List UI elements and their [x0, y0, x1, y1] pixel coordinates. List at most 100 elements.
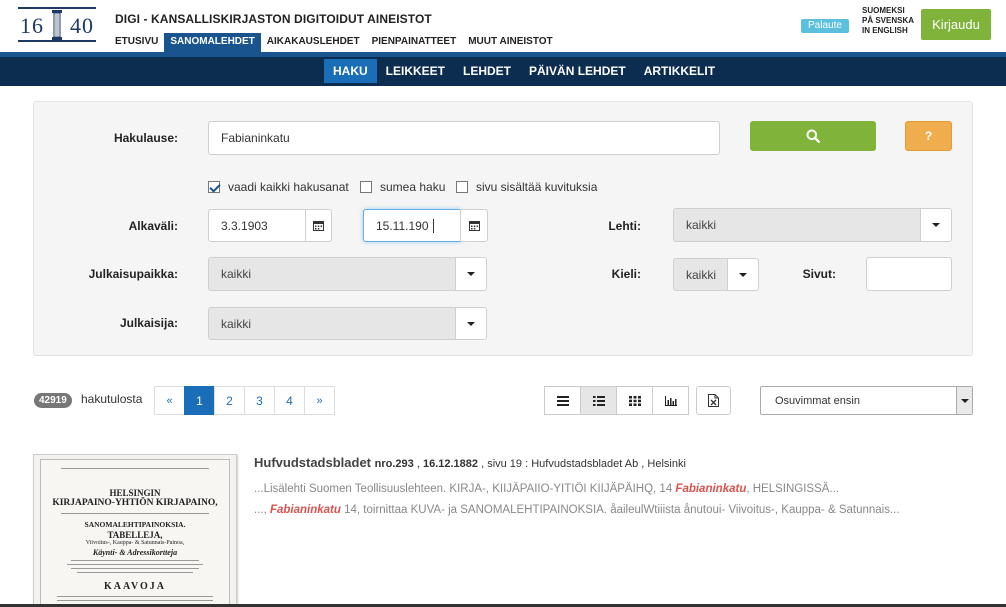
checkbox-illustrations[interactable]: sivu sisältää kuvituksia [456, 180, 597, 194]
export-button[interactable] [696, 386, 731, 415]
site-logo[interactable]: 16 40 [18, 7, 96, 42]
subnav-item-haku[interactable]: HAKU [324, 59, 377, 83]
date-end-value: 15.11.190 [376, 218, 429, 233]
subnav-item-lehdet[interactable]: LEHDET [454, 59, 520, 83]
result-title-link[interactable]: Hufvudstadsbladet [254, 455, 371, 470]
date-range-label: Alkaväli: [128, 219, 178, 233]
nav-item-pienpainatteet[interactable]: PIENPAINATTEET [366, 33, 463, 52]
language-select-toggle[interactable] [727, 258, 759, 291]
query-input[interactable]: Fabianinkatu [208, 121, 720, 155]
main-nav: ETUSIVU SANOMALEHDET AIKAKAUSLEHDET PIEN… [109, 33, 559, 52]
pager-first[interactable]: « [154, 386, 185, 415]
help-button[interactable]: ? [905, 121, 952, 151]
result-count-label: hakutulosta [81, 392, 143, 406]
column-icon [52, 10, 62, 40]
place-select-toggle[interactable] [455, 257, 487, 291]
lang-sv[interactable]: PÅ SVENSKA [862, 16, 914, 26]
chevron-down-icon [739, 272, 747, 277]
query-label: Hakulause: [113, 131, 178, 145]
result-snippet: ..., Fabianinkatu 14, toirnittaa KUVA- j… [254, 504, 900, 516]
snippet-text: ..., [254, 504, 270, 516]
search-button[interactable] [750, 121, 876, 151]
thumbnail-line: KAAVOJA [104, 581, 166, 592]
pager-page-1[interactable]: 1 [184, 386, 215, 415]
subnav-item-artikkelit[interactable]: ARTIKKELIT [635, 59, 724, 83]
snippet-highlight: Fabianinkatu [269, 504, 341, 516]
sort-select[interactable]: Osuvimmat ensin [760, 386, 973, 415]
thumbnail-rule [57, 600, 213, 601]
view-chart-button[interactable] [652, 386, 689, 415]
text-cursor-icon [432, 218, 434, 233]
snippet-text: 14, toirnittaa KUVA- ja SANOMALEHTIPAINO… [340, 504, 900, 516]
excel-export-icon [708, 394, 719, 407]
checkbox-illustrations-box[interactable] [456, 181, 468, 193]
search-panel: Hakulause: Fabianinkatu ? vaadi kaikki h… [33, 101, 973, 356]
snippet-text: , HELSINGISSÄ... [746, 483, 840, 495]
checkbox-all-words-label: vaadi kaikki hakusanat [228, 180, 349, 194]
sub-nav: HAKU LEIKKEET LEHDET PÄIVÄN LEHDET ARTIK… [0, 52, 1006, 86]
publisher-label: Julkaisija: [119, 316, 178, 330]
pager-page-2[interactable]: 2 [214, 386, 245, 415]
publisher-select[interactable]: kaikki [208, 307, 456, 340]
lang-fi[interactable]: SUOMEKSI [862, 6, 914, 16]
pages-label: Sivut: [802, 267, 836, 281]
date-end-input[interactable]: 15.11.190 [363, 209, 461, 242]
pager-next[interactable]: » [304, 386, 335, 415]
nav-item-sanomalehdet[interactable]: SANOMALEHDET [164, 33, 261, 52]
subnav-item-paivan-lehdet[interactable]: PÄIVÄN LEHDET [520, 59, 635, 83]
publisher-select-toggle[interactable] [455, 307, 487, 340]
pagination: « 1 2 3 4 » [154, 386, 335, 415]
paper-select[interactable]: kaikki [673, 208, 921, 242]
result-thumbnail[interactable]: HELSINGIN KIRJAPAINO-YHTIÖN KIRJAPAINO, … [33, 454, 237, 607]
checkbox-all-words[interactable]: vaadi kaikki hakusanat [208, 180, 349, 194]
result-date: 16.12.1882 [422, 458, 479, 470]
thumbnail-rule [71, 568, 199, 569]
paper-select-toggle[interactable] [920, 208, 952, 242]
paper-label: Lehti: [608, 219, 641, 233]
result-count-badge: 42919 [34, 393, 72, 408]
thumbnail-rule [61, 513, 209, 514]
checkbox-fuzzy[interactable]: sumea haku [360, 180, 445, 194]
pager-page-4[interactable]: 4 [274, 386, 305, 415]
thumbnail-line: Käynti- & Adressikortteja [92, 548, 178, 557]
lang-en[interactable]: IN ENGLISH [862, 26, 914, 36]
view-list-button[interactable] [544, 386, 581, 415]
checkbox-fuzzy-box[interactable] [360, 181, 372, 193]
nav-item-aikakauslehdet[interactable]: AIKAKAUSLEHDET [261, 33, 366, 52]
thumbnail-line: HELSINGIN [109, 488, 161, 498]
sort-select-toggle[interactable] [956, 387, 972, 414]
view-grid-button[interactable] [616, 386, 653, 415]
subnav-item-leikkeet[interactable]: LEIKKEET [377, 59, 454, 83]
view-detailed-list-button[interactable] [580, 386, 617, 415]
snippet-text: ...Lisälehti Suomen Teollisuuslehteen. K… [254, 483, 676, 495]
feedback-button[interactable]: Palaute [801, 19, 849, 33]
nav-item-etusivu[interactable]: ETUSIVU [109, 33, 164, 52]
chevron-down-icon [467, 321, 475, 326]
snippet-highlight: Fabianinkatu [675, 483, 747, 495]
thumbnail-line: KIRJAPAINO-YHTIÖN KIRJAPAINO, [52, 498, 218, 508]
login-button[interactable]: Kirjaudu [921, 9, 991, 40]
language-select[interactable]: kaikki [673, 258, 728, 291]
chevron-down-icon [932, 223, 940, 227]
pages-input[interactable] [866, 257, 952, 291]
result-snippet: ...Lisälehti Suomen Teollisuuslehteen. K… [254, 483, 839, 495]
result-meta: nro.293 , 16.12.1882 , sivu 19 : Hufvuds… [374, 458, 686, 470]
nav-item-muut-aineistot[interactable]: MUUT AINEISTOT [462, 33, 558, 52]
pager-page-3[interactable]: 3 [244, 386, 275, 415]
logo-text-left: 16 [20, 13, 44, 38]
chevron-down-icon [467, 272, 475, 276]
place-select[interactable]: kaikki [208, 257, 456, 291]
result-title-line: Hufvudstadsbladet nro.293 , 16.12.1882 ,… [254, 455, 686, 470]
chevron-down-icon [960, 398, 969, 403]
place-label: Julkaisupaikka: [88, 267, 178, 281]
date-start-input[interactable]: 3.3.1903 [208, 209, 306, 242]
date-end-picker[interactable] [460, 209, 488, 242]
language-switcher: SUOMEKSI PÅ SVENSKA IN ENGLISH [862, 6, 914, 36]
result-issue: nro.293 [374, 458, 414, 470]
thumbnail-rule [61, 468, 209, 469]
checkbox-all-words-box[interactable] [208, 181, 220, 193]
date-start-picker[interactable] [305, 209, 332, 242]
calendar-icon [313, 221, 324, 231]
view-mode-switcher [544, 386, 689, 415]
thumbnail-line: Viivoitus-, Kauppa- & Satunnais-Painoa, [85, 540, 185, 546]
